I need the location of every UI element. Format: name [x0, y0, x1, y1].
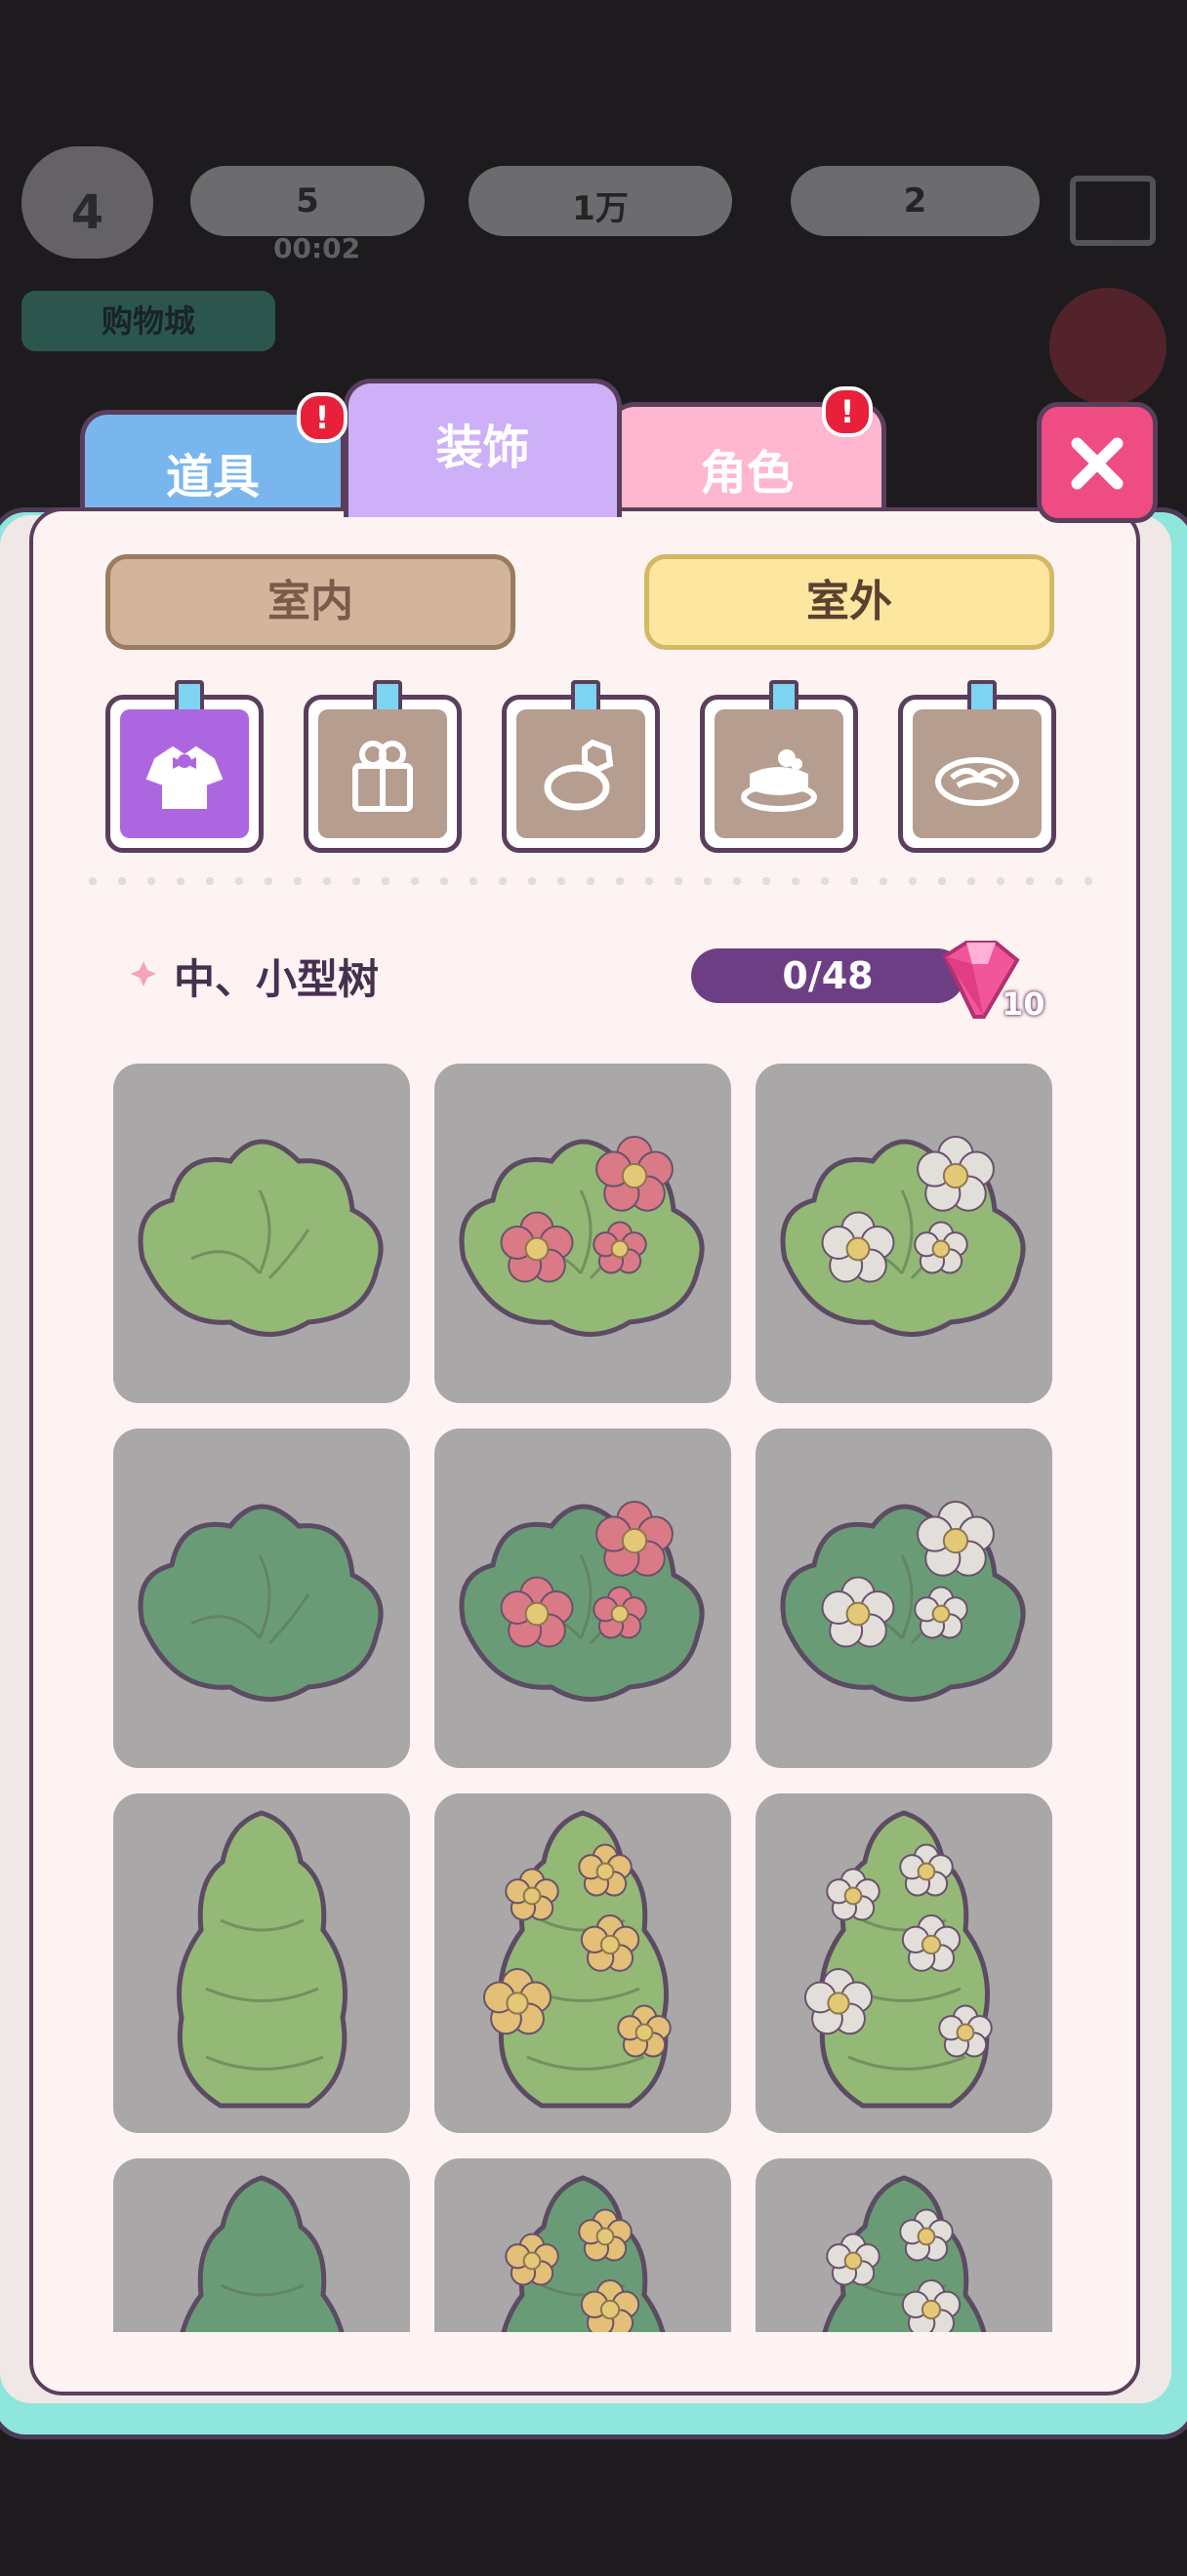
background-close-icon: [1049, 288, 1167, 405]
indoor-toggle[interactable]: 室内: [105, 554, 515, 650]
item-tall-tree-dark[interactable]: [113, 2158, 410, 2332]
bush-icon: [780, 1501, 1026, 1702]
tab-character-alert-badge: !: [822, 386, 873, 437]
item-tall-tree-light-yellow[interactable]: [434, 1793, 731, 2133]
category-jewelry[interactable]: [502, 680, 660, 853]
item-round-bush-dark-pink[interactable]: [434, 1429, 731, 1768]
shop-button: 购物城: [21, 291, 275, 351]
section-title: 中、小型树: [174, 955, 380, 1003]
tree-icon: [501, 2175, 666, 2332]
tab-decor[interactable]: 装饰: [344, 379, 622, 517]
tree-icon: [177, 1810, 348, 2109]
player-level: 4: [70, 185, 104, 240]
category-clothing[interactable]: [105, 680, 264, 853]
item-tall-tree-light[interactable]: [113, 1793, 410, 2133]
item-tall-tree-dark-yellow[interactable]: [434, 2158, 731, 2332]
item-round-bush-light-white[interactable]: [756, 1064, 1052, 1403]
bush-icon: [138, 1504, 384, 1702]
item-tall-tree-dark-white[interactable]: [756, 2158, 1052, 2332]
bush-icon: [780, 1136, 1026, 1337]
item-round-bush-dark-white[interactable]: [756, 1429, 1052, 1768]
cake-icon: [715, 709, 843, 838]
item-round-bush-light-pink[interactable]: [434, 1064, 731, 1403]
category-gifts[interactable]: [304, 680, 462, 853]
category-cakes[interactable]: [700, 680, 858, 853]
item-round-bush-light[interactable]: [113, 1064, 410, 1403]
ring-icon: [516, 709, 645, 838]
item-grid: [113, 1064, 1054, 2332]
reward-amount: 10: [1002, 986, 1045, 1023]
gem-counter: 2: [791, 166, 1040, 236]
energy-counter: 5: [190, 166, 425, 236]
tree-icon: [482, 1810, 672, 2109]
divider: [78, 877, 1103, 885]
tree-icon: [803, 1810, 993, 2109]
collection-progress: 0/48: [691, 948, 964, 1003]
energy-timer: 00:02: [273, 232, 361, 264]
bush-icon: [138, 1139, 384, 1337]
close-button[interactable]: [1037, 402, 1158, 523]
tree-icon: [822, 2175, 987, 2332]
outdoor-toggle[interactable]: 室外: [644, 554, 1054, 650]
cart-icon: [1070, 176, 1156, 246]
gift-icon: [318, 709, 447, 838]
coin-counter: 1万: [469, 166, 732, 236]
item-tall-tree-light-white[interactable]: [756, 1793, 1052, 2133]
flower-bullet-icon: [131, 961, 156, 986]
tree-icon: [180, 2175, 345, 2332]
category-dishes[interactable]: [898, 680, 1056, 853]
item-round-bush-dark[interactable]: [113, 1429, 410, 1768]
tab-tools-alert-badge: !: [297, 392, 348, 443]
pasta-icon: [913, 709, 1042, 838]
bush-icon: [459, 1501, 705, 1702]
dress-icon: [120, 709, 249, 838]
bush-icon: [459, 1136, 705, 1337]
